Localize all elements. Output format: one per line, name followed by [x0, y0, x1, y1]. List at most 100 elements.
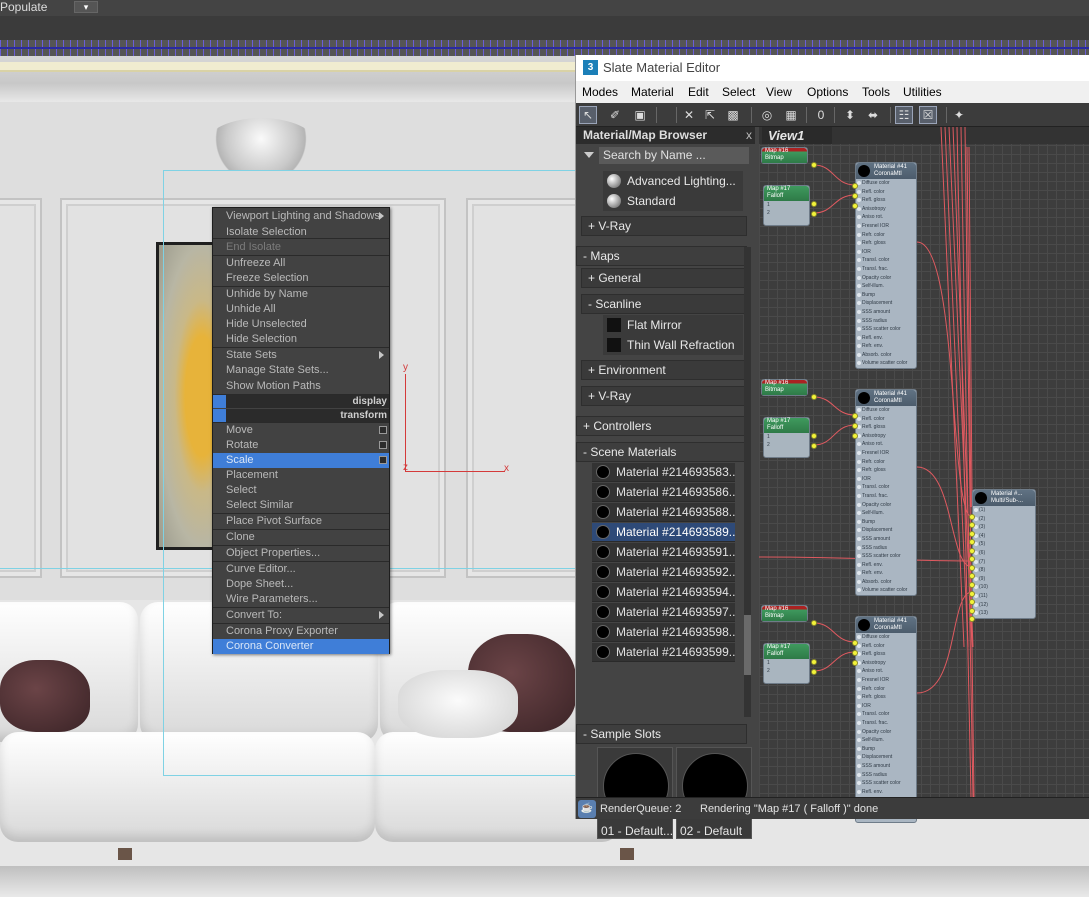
node-slot[interactable]: Refl. gloss [856, 650, 916, 659]
node-slot[interactable]: Bump [856, 291, 916, 300]
quad-menu-item[interactable]: Dope Sheet... [213, 577, 389, 592]
node-slot[interactable]: Volume scatter color [856, 586, 916, 595]
sample-slot[interactable]: 01 - Default... [597, 747, 673, 839]
node-slot[interactable]: (9) [973, 575, 1035, 584]
node-slot[interactable]: Refr. gloss [856, 239, 916, 248]
node-port[interactable] [852, 640, 858, 646]
group-scanline[interactable]: - Scanline [581, 294, 747, 314]
node-slot[interactable]: SSS radius [856, 771, 916, 780]
falloff-node[interactable]: Map #17 Falloff 1 2 [763, 643, 810, 684]
node-slot[interactable]: Refr. gloss [856, 466, 916, 475]
node-port[interactable] [811, 620, 817, 626]
quad-menu-item[interactable]: Corona Proxy Exporter [213, 624, 389, 639]
menu-material[interactable]: Material [631, 81, 674, 103]
node-slot[interactable]: Refr. env. [856, 569, 916, 578]
node-slot[interactable]: Absorb. color [856, 578, 916, 587]
node-port[interactable] [811, 659, 817, 665]
layout-children-icon[interactable]: ⬌ [864, 106, 882, 124]
quad-menu-item[interactable]: Object Properties... [213, 546, 389, 561]
show-params-icon[interactable]: ☒ [919, 106, 937, 124]
node-slot[interactable]: Refl. gloss [856, 196, 916, 205]
bitmap-node[interactable]: Map #16 Bitmap [761, 379, 808, 396]
bitmap-node[interactable]: Map #16 Bitmap [761, 605, 808, 622]
node-slot[interactable]: Aniso rot. [856, 667, 916, 676]
assign-material-icon[interactable]: ▣ [631, 106, 649, 124]
teapot-icon[interactable]: ☕ [578, 800, 596, 818]
quad-menu-item[interactable]: Select Similar [213, 498, 389, 513]
gizmo-x-axis[interactable] [405, 471, 505, 472]
node-port[interactable] [811, 394, 817, 400]
quad-menu-item[interactable]: Hide Selection [213, 332, 389, 347]
node-slot[interactable]: (11) [973, 592, 1035, 601]
menu-tools[interactable]: Tools [862, 81, 890, 103]
quad-menu-item[interactable]: Placement [213, 468, 389, 483]
node-slot[interactable]: Displacement [856, 753, 916, 762]
node-slot[interactable]: SSS amount [856, 762, 916, 771]
node-port[interactable] [852, 183, 858, 189]
node-slot[interactable]: Transl. frac. [856, 719, 916, 728]
quad-menu-item[interactable]: Viewport Lighting and Shadows [213, 209, 389, 224]
quad-menu-item[interactable]: Scale [213, 453, 389, 468]
node-slot[interactable]: Displacement [856, 526, 916, 535]
scene-material-item[interactable]: Material #214693586... [592, 483, 735, 502]
node-port[interactable] [811, 201, 817, 207]
node-slot[interactable]: (1) [973, 506, 1035, 515]
node-port[interactable] [969, 608, 975, 614]
bitmap-node[interactable]: Map #16 Bitmap [761, 147, 808, 164]
search-input[interactable]: Search by Name ... [599, 147, 749, 164]
group-maps[interactable]: - Maps [576, 246, 747, 266]
node-slot[interactable]: 2 [764, 209, 809, 217]
quad-menu-item[interactable]: Unhide All [213, 302, 389, 317]
node-port[interactable] [969, 599, 975, 605]
group-environment[interactable]: + Environment [581, 360, 747, 380]
node-slot[interactable]: Self-illum. [856, 509, 916, 518]
quad-menu-item[interactable]: Move [213, 423, 389, 438]
hide-unused-icon[interactable]: ▩ [724, 106, 742, 124]
editor-title-bar[interactable]: 3 Slate Material Editor [576, 55, 1089, 81]
node-slot[interactable]: Transl. frac. [856, 492, 916, 501]
quad-menu-item[interactable]: Freeze Selection [213, 271, 389, 286]
node-slot[interactable]: SSS radius [856, 317, 916, 326]
node-slot[interactable]: Refl. color [856, 415, 916, 424]
node-slot[interactable]: Fresnel IOR [856, 676, 916, 685]
browser-item[interactable]: Standard [603, 191, 743, 211]
node-slot[interactable]: Refr. env. [856, 342, 916, 351]
node-slot[interactable]: (8) [973, 566, 1035, 575]
node-slot[interactable]: (6) [973, 549, 1035, 558]
node-slot[interactable]: Aniso rot. [856, 213, 916, 222]
node-port[interactable] [969, 565, 975, 571]
node-slot[interactable]: Refl. env. [856, 561, 916, 570]
node-port[interactable] [852, 660, 858, 666]
node-slot[interactable]: Opacity color [856, 501, 916, 510]
eyedropper-icon[interactable]: ✐ [606, 106, 624, 124]
node-slot[interactable]: IOR [856, 248, 916, 257]
node-slot[interactable]: Volume scatter color [856, 359, 916, 368]
node-slot[interactable]: Refl. gloss [856, 423, 916, 432]
node-port[interactable] [969, 616, 975, 622]
quad-menu-item[interactable]: Manage State Sets... [213, 363, 389, 378]
node-slot[interactable]: SSS scatter color [856, 779, 916, 788]
node-slot[interactable]: SSS amount [856, 308, 916, 317]
node-port[interactable] [811, 443, 817, 449]
node-port[interactable] [852, 203, 858, 209]
node-port[interactable] [969, 582, 975, 588]
node-port[interactable] [969, 591, 975, 597]
quad-menu-item[interactable]: Select [213, 483, 389, 498]
node-slot[interactable]: Refr. gloss [856, 693, 916, 702]
scene-material-item[interactable]: Material #214693594... [592, 583, 735, 602]
group-sample-slots[interactable]: - Sample Slots [576, 724, 747, 744]
browser-item[interactable]: Advanced Lighting... [603, 171, 743, 191]
node-slot[interactable]: (7) [973, 558, 1035, 567]
quad-menu-item[interactable]: Isolate Selection [213, 225, 389, 240]
scene-material-item[interactable]: Material #214693597... [592, 603, 735, 622]
node-slot[interactable]: 1 [764, 659, 809, 667]
quad-menu-item[interactable]: Corona Converter [213, 639, 389, 654]
settings-box-icon[interactable] [379, 456, 387, 464]
quad-menu-item[interactable]: End Isolate [213, 240, 389, 255]
node-slot[interactable]: Transl. color [856, 483, 916, 492]
node-slot[interactable]: 1 [764, 433, 809, 441]
node-slot[interactable]: 2 [764, 667, 809, 675]
menu-edit[interactable]: Edit [688, 81, 709, 103]
node-slot[interactable]: 2 [764, 441, 809, 449]
quad-menu-item[interactable]: Clone [213, 530, 389, 545]
